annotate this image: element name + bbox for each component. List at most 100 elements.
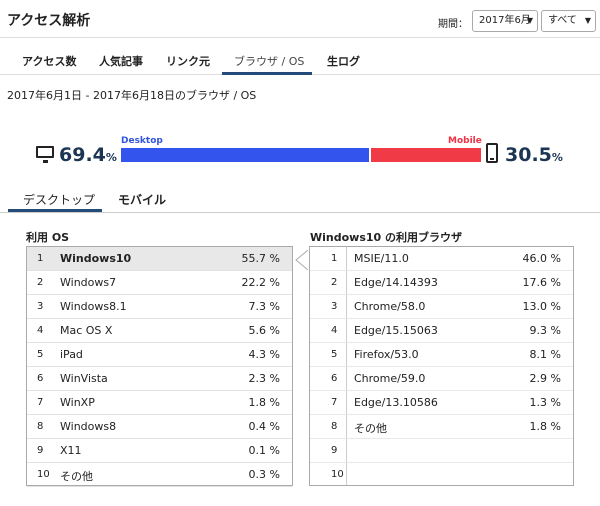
row-rank: 4 (331, 325, 338, 336)
row-value: 2.3 % (248, 372, 280, 385)
row-value: 9.3 % (529, 324, 561, 337)
row-rank: 1 (331, 253, 338, 264)
row-name: Firefox/53.0 (354, 348, 419, 361)
row-value: 2.9 % (529, 372, 561, 385)
filter-select-value: すべて (548, 15, 577, 26)
main-tabs: アクセス数 人気記事 リンク元 ブラウザ / OS 生ログ (0, 45, 600, 75)
month-select[interactable]: 2017年6月 ▼ (472, 10, 538, 32)
filter-select[interactable]: すべて ▼ (541, 10, 596, 32)
table-row: 3 Chrome/58.0 13.0 % (310, 295, 573, 319)
row-name: Windows8.1 (60, 300, 127, 313)
table-row[interactable]: 8 Windows8 0.4 % (27, 415, 292, 439)
row-rank: 10 (331, 469, 344, 480)
row-name: iPad (60, 348, 83, 361)
table-row[interactable]: 4 Mac OS X 5.6 % (27, 319, 292, 343)
row-name: Edge/13.10586 (354, 396, 438, 409)
desktop-bar-label: Desktop (121, 136, 163, 146)
table-row[interactable]: 6 WinVista 2.3 % (27, 367, 292, 391)
tab-browser-os[interactable]: ブラウザ / OS (234, 53, 304, 69)
table-row[interactable]: 3 Windows8.1 7.3 % (27, 295, 292, 319)
row-name: WinXP (60, 396, 95, 409)
row-value: 0.4 % (248, 420, 280, 433)
row-rank: 1 (37, 253, 44, 264)
row-rank: 5 (331, 349, 338, 360)
row-value: 5.6 % (248, 324, 280, 337)
browser-table: 1 MSIE/11.0 46.0 % 2 Edge/14.14393 17.6 % 3 Chr… (309, 246, 574, 486)
app-header: アクセス解析 期間： 2017年6月 ▼ すべて ▼ (0, 0, 600, 38)
mobile-percentage: 30.5% (505, 144, 563, 166)
subtab-mobile[interactable]: モバイル (118, 191, 166, 208)
selection-pointer-icon (295, 250, 308, 270)
row-name: Windows8 (60, 420, 117, 433)
desktop-value: 69.4 (59, 144, 106, 166)
row-value: 55.7 % (241, 252, 280, 265)
date-range: 2017年6月1日 - 2017年6月18日のブラウザ / OS (7, 89, 257, 102)
row-name: Windows10 (60, 252, 132, 265)
row-value: 1.3 % (529, 396, 561, 409)
row-rank: 7 (37, 397, 44, 408)
table-row[interactable]: 9 X11 0.1 % (27, 439, 292, 463)
active-tab-indicator (222, 72, 312, 75)
row-rank: 10 (37, 469, 50, 480)
tab-referrers[interactable]: リンク元 (166, 53, 210, 69)
table-row: 5 Firefox/53.0 8.1 % (310, 343, 573, 367)
row-name: その他 (354, 422, 387, 435)
desktop-share-bar (121, 148, 369, 162)
row-name: Chrome/58.0 (354, 300, 426, 313)
table-row: 7 Edge/13.10586 1.3 % (310, 391, 573, 415)
row-value: 4.3 % (248, 348, 280, 361)
row-rank: 9 (331, 445, 338, 456)
row-rank: 6 (331, 373, 338, 384)
row-name: Windows7 (60, 276, 117, 289)
row-rank: 5 (37, 349, 44, 360)
mobile-share-bar (371, 148, 481, 162)
period-label: 期間： (438, 19, 468, 30)
row-name: Mac OS X (60, 324, 113, 337)
row-name: WinVista (60, 372, 108, 385)
row-rank: 2 (331, 277, 338, 288)
row-name: MSIE/11.0 (354, 252, 409, 265)
subtab-desktop[interactable]: デスクトップ (23, 191, 95, 208)
row-name: Chrome/59.0 (354, 372, 426, 385)
table-row: 6 Chrome/59.0 2.9 % (310, 367, 573, 391)
desktop-percentage: 69.4% (59, 144, 117, 166)
row-name: Edge/15.15063 (354, 324, 438, 337)
table-row[interactable]: 1 Windows10 55.7 % (27, 247, 292, 271)
row-rank: 8 (331, 421, 338, 432)
row-value: 0.1 % (248, 444, 280, 457)
percent-sign: % (551, 151, 563, 164)
device-subtabs: デスクトップ モバイル (0, 185, 600, 213)
row-name: X11 (60, 444, 82, 457)
month-select-value: 2017年6月 (479, 15, 531, 26)
row-value: 7.3 % (248, 300, 280, 313)
table-row: 10 (310, 463, 573, 487)
row-rank: 6 (37, 373, 44, 384)
tab-raw-log[interactable]: 生ログ (327, 53, 360, 69)
os-panel-title: 利用 OS (26, 231, 70, 244)
tab-popular-articles[interactable]: 人気記事 (99, 53, 143, 69)
table-row: 2 Edge/14.14393 17.6 % (310, 271, 573, 295)
row-value: 1.8 % (529, 420, 561, 433)
tab-access-count[interactable]: アクセス数 (22, 53, 76, 69)
table-row[interactable]: 5 iPad 4.3 % (27, 343, 292, 367)
table-row[interactable]: 7 WinXP 1.8 % (27, 391, 292, 415)
row-value: 22.2 % (241, 276, 280, 289)
table-row[interactable]: 10 その他 0.3 % (27, 463, 292, 487)
chevron-down-icon: ▼ (526, 16, 533, 25)
desktop-monitor-icon (36, 146, 54, 163)
row-value: 46.0 % (522, 252, 561, 265)
table-row: 8 その他 1.8 % (310, 415, 573, 439)
active-subtab-indicator (8, 209, 102, 212)
row-rank: 7 (331, 397, 338, 408)
row-name: その他 (60, 470, 93, 483)
mobile-bar-label: Mobile (448, 136, 482, 146)
row-rank: 8 (37, 421, 44, 432)
os-table: 1 Windows10 55.7 % 2 Windows7 22.2 % 3 Windows8… (26, 246, 293, 487)
table-row: 4 Edge/15.15063 9.3 % (310, 319, 573, 343)
browser-panel-title: Windows10 の利用ブラウザ (310, 231, 463, 244)
table-row: 9 (310, 439, 573, 463)
table-row: 1 MSIE/11.0 46.0 % (310, 247, 573, 271)
smartphone-icon (486, 143, 498, 163)
row-rank: 4 (37, 325, 44, 336)
table-row[interactable]: 2 Windows7 22.2 % (27, 271, 292, 295)
